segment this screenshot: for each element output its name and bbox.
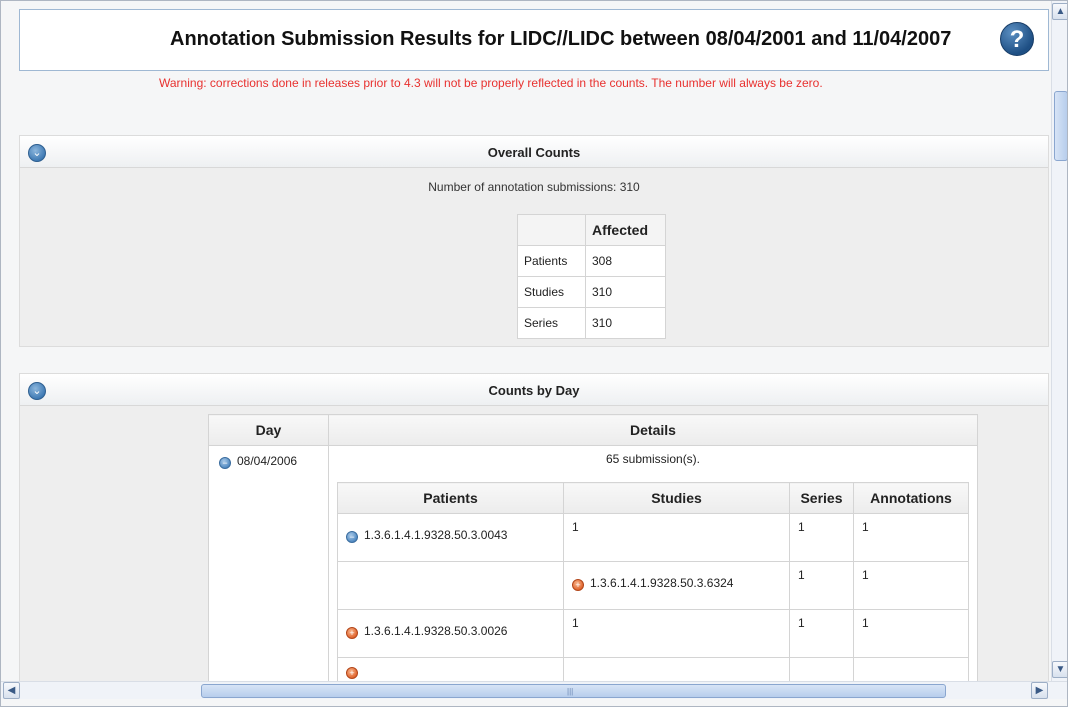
collapse-icon[interactable]: − — [346, 531, 358, 543]
annotations-header: Annotations — [853, 482, 969, 514]
scroll-down-icon[interactable]: ▼ — [1052, 661, 1067, 678]
day-table: Day Details −08/04/2006 65 submission(s)… — [208, 414, 978, 681]
day-cell: −08/04/2006 — [208, 445, 329, 681]
studies-cell: 1 — [563, 609, 790, 658]
series-cell: 1 — [789, 561, 854, 610]
row-label: Series — [517, 307, 586, 339]
header-box: Annotation Submission Results for LIDC//… — [19, 9, 1049, 71]
counts-by-day-title: Counts by Day — [488, 383, 580, 398]
details-column-header: Details — [328, 414, 978, 446]
study-uid[interactable]: 1.3.6.1.4.1.9328.50.3.6324 — [590, 576, 733, 590]
row-value: 310 — [585, 276, 666, 308]
row-value: 310 — [585, 307, 666, 339]
submission-count: Number of annotation submissions: 310 — [428, 180, 640, 194]
series-cell — [789, 657, 854, 681]
studies-cell — [563, 657, 790, 681]
expand-icon[interactable]: + — [572, 579, 584, 591]
patient-uid[interactable]: 1.3.6.1.4.1.9328.50.3.0026 — [364, 624, 507, 638]
annotations-cell: 1 — [853, 561, 969, 610]
scroll-up-icon[interactable]: ▲ — [1052, 3, 1067, 20]
vertical-scrollbar[interactable]: ▲ ▼ — [1051, 1, 1067, 681]
question-mark-icon[interactable]: ? — [1000, 22, 1034, 56]
table-row: +1.3.6.1.4.1.9328.50.3.6324 1 1 — [337, 561, 969, 610]
details-table: Patients Studies Series Annotations −1.3… — [337, 482, 969, 681]
day-column-header: Day — [208, 414, 329, 446]
table-row: −1.3.6.1.4.1.9328.50.3.0043 1 1 1 — [337, 513, 969, 562]
day-date: 08/04/2006 — [237, 454, 298, 468]
horizontal-scroll-thumb[interactable]: ||| — [201, 684, 946, 698]
table-row: Patients 308 — [517, 245, 666, 277]
studies-cell: +1.3.6.1.4.1.9328.50.3.6324 — [563, 561, 790, 610]
overall-counts-header[interactable]: ⌄ Overall Counts — [20, 136, 1048, 168]
patient-cell — [337, 561, 564, 610]
details-cell: 65 submission(s). Patients Studies Serie… — [328, 445, 978, 681]
patient-uid[interactable]: 1.3.6.1.4.1.9328.50.3.0043 — [364, 528, 507, 542]
scroll-right-icon[interactable]: ▶ — [1031, 682, 1048, 699]
vertical-scroll-thumb[interactable] — [1054, 91, 1067, 161]
studies-header: Studies — [563, 482, 790, 514]
table-row: + — [337, 657, 969, 681]
page-content: Annotation Submission Results for LIDC//… — [7, 1, 1049, 681]
scroll-grip-icon: ||| — [567, 687, 574, 696]
collapse-icon[interactable]: − — [219, 457, 231, 469]
annotations-cell — [853, 657, 969, 681]
patient-cell: + — [337, 657, 564, 681]
counts-by-day-header[interactable]: ⌄ Counts by Day — [20, 374, 1048, 406]
annotations-cell: 1 — [853, 609, 969, 658]
table-row: Series 310 — [517, 307, 666, 339]
row-label: Patients — [517, 245, 586, 277]
affected-header: Affected — [585, 214, 666, 246]
table-row: Studies 310 — [517, 276, 666, 308]
table-header-row: Affected — [517, 214, 666, 246]
browser-frame: Annotation Submission Results for LIDC//… — [0, 0, 1068, 707]
patient-cell: −1.3.6.1.4.1.9328.50.3.0043 — [337, 513, 564, 562]
scroll-left-icon[interactable]: ◀ — [3, 682, 20, 699]
overall-counts-panel: ⌄ Overall Counts Number of annotation su… — [19, 135, 1049, 347]
studies-cell: 1 — [563, 513, 790, 562]
row-label: Studies — [517, 276, 586, 308]
overall-counts-table: Affected Patients 308 Studies 310 Series… — [517, 214, 666, 339]
expand-icon[interactable]: + — [346, 667, 358, 679]
overall-counts-title: Overall Counts — [487, 145, 581, 160]
row-value: 308 — [585, 245, 666, 277]
page-title: Annotation Submission Results for LIDC//… — [170, 28, 952, 50]
horizontal-scrollbar[interactable]: ◀ ||| ▶ — [1, 681, 1067, 699]
patient-cell: +1.3.6.1.4.1.9328.50.3.0026 — [337, 609, 564, 658]
counts-by-day-panel: ⌄ Counts by Day Day Details −08/04/2006 … — [19, 373, 1049, 681]
annotations-cell: 1 — [853, 513, 969, 562]
series-header: Series — [789, 482, 854, 514]
expand-icon[interactable]: + — [346, 627, 358, 639]
series-cell: 1 — [789, 609, 854, 658]
series-cell: 1 — [789, 513, 854, 562]
table-row: +1.3.6.1.4.1.9328.50.3.0026 1 1 1 — [337, 609, 969, 658]
details-header-row: Patients Studies Series Annotations — [337, 482, 969, 514]
warning-message: Warning: corrections done in releases pr… — [159, 76, 823, 90]
day-submission-count: 65 submission(s). — [605, 452, 701, 466]
table-row: −08/04/2006 65 submission(s). Patients S… — [208, 445, 978, 681]
empty-header-cell — [517, 214, 586, 246]
patients-header: Patients — [337, 482, 564, 514]
day-table-header-row: Day Details — [208, 414, 978, 446]
